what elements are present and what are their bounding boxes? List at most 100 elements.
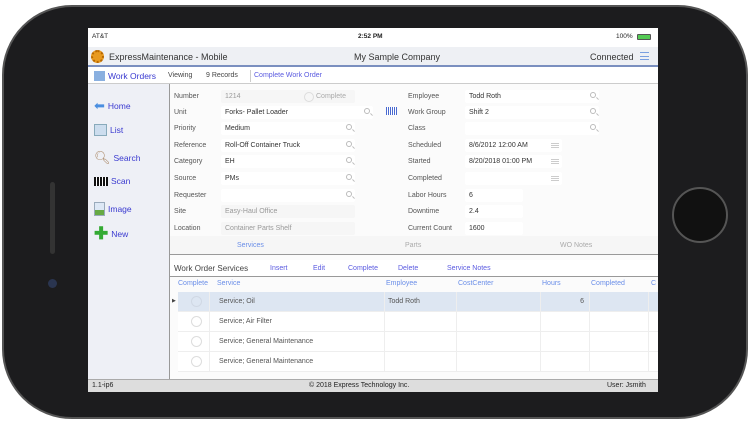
field-label: Location <box>174 225 201 232</box>
complete-radio[interactable] <box>191 356 202 367</box>
field-input[interactable]: EH <box>221 155 355 168</box>
copyright: © 2018 Express Technology Inc. <box>309 382 410 389</box>
field-label: Category <box>174 158 203 165</box>
status-bar: AT&T 2:52 PM 100% <box>88 28 658 47</box>
tab-services[interactable]: Services <box>237 242 264 249</box>
field-input[interactable]: Todd Roth <box>465 90 599 103</box>
col-costcenter[interactable]: CostCenter <box>458 280 493 287</box>
plus-icon: ✚ <box>94 224 109 243</box>
complete-work-order-link[interactable]: Complete Work Order <box>254 72 322 79</box>
date-picker-icon[interactable] <box>551 159 559 164</box>
arrow-left-icon: ⬅ <box>94 98 105 113</box>
col-more[interactable]: C <box>651 280 656 287</box>
col-hours[interactable]: Hours <box>542 280 561 287</box>
field-input[interactable]: 8/20/2018 01:00 PM <box>465 155 562 168</box>
connection-status: Connected <box>590 52 634 62</box>
tab-parts[interactable]: Parts <box>405 242 421 249</box>
field-label: Unit <box>174 109 187 116</box>
table-row[interactable]: Service; General Maintenance <box>178 352 658 372</box>
complete-radio[interactable] <box>191 296 202 307</box>
sidebar-item-search[interactable]: 🔍︎ Search <box>94 150 140 166</box>
field-label: Requester <box>174 192 207 199</box>
field-label: Reference <box>174 142 207 149</box>
field-label: Started <box>408 158 431 165</box>
battery-icon <box>637 34 651 40</box>
field-input[interactable]: Forks- Pallet Loader <box>221 106 373 119</box>
home-button[interactable] <box>672 187 728 243</box>
complete-radio[interactable] <box>304 92 314 102</box>
app-header: ExpressMaintenance - Mobile My Sample Co… <box>88 47 658 67</box>
field-input: Easy-Haul Office <box>221 205 355 218</box>
field-label: Site <box>174 208 187 215</box>
field-input[interactable]: 1600 <box>465 222 523 235</box>
table-row[interactable]: Service; General Maintenance <box>178 332 658 352</box>
field-label: Labor Hours <box>408 192 447 199</box>
sub-header: Work Orders Viewing 9 Records Complete W… <box>88 69 658 84</box>
service-notes-button[interactable]: Service Notes <box>447 265 491 272</box>
current-user: User: Jsmith <box>607 382 646 389</box>
work-orders-icon <box>94 71 105 81</box>
sidebar-item-new[interactable]: ✚ New <box>94 224 128 243</box>
hours-cell: 6 <box>580 298 584 305</box>
col-complete[interactable]: Complete <box>178 280 208 287</box>
module-title[interactable]: Work Orders <box>108 71 156 81</box>
barcode-scan-icon[interactable] <box>386 107 397 115</box>
field-input[interactable] <box>465 172 562 185</box>
field-input[interactable] <box>221 189 355 202</box>
field-label: Class <box>408 125 426 132</box>
col-employee[interactable]: Employee <box>386 280 417 287</box>
complete-radio[interactable] <box>191 336 202 347</box>
search-icon[interactable] <box>346 174 352 180</box>
search-icon[interactable] <box>346 141 352 147</box>
search-icon[interactable] <box>346 124 352 130</box>
field-input[interactable]: PMs <box>221 172 355 185</box>
employee-cell: Todd Roth <box>388 298 420 305</box>
table-row[interactable]: Service; Oil Todd Roth 6 <box>178 292 658 312</box>
field-label: Work Group <box>408 109 446 116</box>
field-label: Downtime <box>408 208 440 215</box>
search-icon[interactable] <box>590 124 596 130</box>
table-row[interactable]: Service; Air Filter <box>178 312 658 332</box>
edit-button[interactable]: Edit <box>313 265 325 272</box>
sidebar-item-list[interactable]: List <box>94 124 123 136</box>
field-input[interactable]: Medium <box>221 122 355 135</box>
search-icon[interactable] <box>364 108 370 114</box>
services-toolbar: Work Order Services Insert Edit Complete… <box>170 260 658 277</box>
complete-button[interactable]: Complete <box>348 265 378 272</box>
field-input[interactable]: 2.4 <box>465 205 523 218</box>
services-title: Work Order Services <box>174 264 249 273</box>
search-icon[interactable] <box>590 108 596 114</box>
col-completed[interactable]: Completed <box>591 280 625 287</box>
service-cell: Service; General Maintenance <box>219 338 314 345</box>
field-label: Priority <box>174 125 196 132</box>
carrier: AT&T <box>92 33 109 40</box>
search-icon[interactable] <box>346 157 352 163</box>
menu-icon[interactable] <box>640 52 649 60</box>
field-input[interactable]: Roll-Off Container Truck <box>221 139 355 152</box>
search-icon[interactable] <box>346 191 352 197</box>
col-service[interactable]: Service <box>217 280 240 287</box>
field-input[interactable]: Shift 2 <box>465 106 599 119</box>
footer: 1.1-ip6 © 2018 Express Technology Inc. U… <box>88 379 658 392</box>
barcode-icon <box>94 176 108 186</box>
date-picker-icon[interactable] <box>551 176 559 181</box>
sidebar-item-home[interactable]: ⬅ Home <box>94 98 131 114</box>
insert-button[interactable]: Insert <box>270 265 288 272</box>
sidebar-item-image[interactable]: Image <box>94 202 132 216</box>
tab-wo-notes[interactable]: WO Notes <box>560 242 592 249</box>
field-label: Current Count <box>408 225 452 232</box>
search-icon[interactable] <box>590 92 596 98</box>
volume-button <box>50 182 55 254</box>
date-picker-icon[interactable] <box>551 143 559 148</box>
complete-radio[interactable] <box>191 316 202 327</box>
image-icon <box>94 202 105 216</box>
sidebar: ⬅ Home List 🔍︎ Search Scan Image ✚ New <box>88 84 170 379</box>
delete-button[interactable]: Delete <box>398 265 418 272</box>
sidebar-item-scan[interactable]: Scan <box>94 176 130 186</box>
field-input[interactable]: 8/6/2012 12:00 AM <box>465 139 562 152</box>
field-label: Completed <box>408 175 442 182</box>
current-row-indicator: ▶ <box>172 298 176 304</box>
field-input[interactable]: 6 <box>465 189 523 202</box>
field-input[interactable] <box>465 122 599 135</box>
viewing-label: Viewing <box>168 72 193 79</box>
